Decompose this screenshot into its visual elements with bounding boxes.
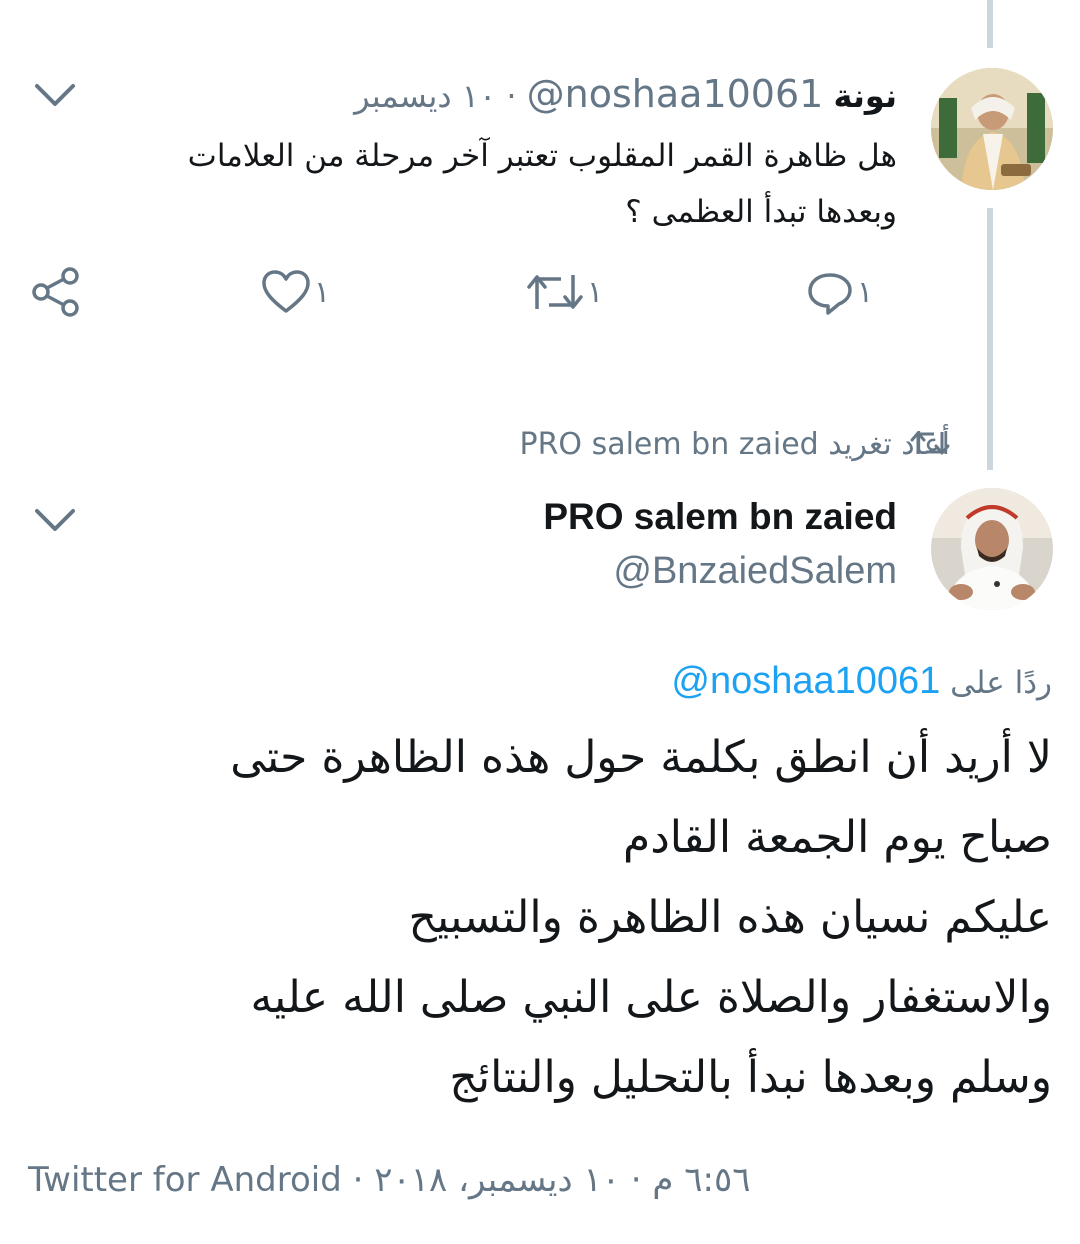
thread-line-middle bbox=[987, 208, 993, 470]
reply-icon bbox=[808, 273, 852, 315]
share-icon bbox=[32, 267, 79, 317]
reply-to-handle[interactable]: @noshaa10061 bbox=[671, 660, 940, 702]
avatar[interactable] bbox=[931, 68, 1053, 190]
reply-count: ١ bbox=[857, 274, 874, 310]
chevron-down-icon[interactable] bbox=[33, 80, 77, 110]
tweet1-author-name[interactable]: نونة bbox=[834, 77, 898, 115]
like-count: ١ bbox=[314, 274, 331, 310]
tweet2-text-line: عليكم نسيان هذه الظاهرة والتسبيح bbox=[408, 892, 1053, 943]
profile-photo-icon bbox=[931, 68, 1053, 190]
avatar[interactable] bbox=[931, 488, 1053, 610]
retweet-button[interactable]: ١ bbox=[525, 262, 603, 322]
tweet1-text-line1: هل ظاهرة القمر المقلوب تعتبر آخر مرحلة م… bbox=[187, 138, 897, 174]
tweet2-text: لا أريد أن انطق بكلمة حول هذه الظاهرة حت… bbox=[42, 718, 1052, 1118]
tweet1-handle[interactable]: @noshaa10061 bbox=[527, 72, 824, 116]
retweet-banner: PRO salem bn zaied أعاد تغريد bbox=[520, 420, 951, 468]
tweet2-text-line: وسلم وبعدها نبدأ بالتحليل والنتائج bbox=[449, 1052, 1052, 1103]
tweet1-separator: · bbox=[506, 77, 517, 115]
thread-line-top bbox=[987, 0, 993, 48]
retweet-icon bbox=[527, 275, 583, 309]
like-button[interactable]: ١ bbox=[260, 262, 330, 322]
tweet1-text-line2: وبعدها تبدأ العظمى ؟ bbox=[625, 194, 897, 230]
tweet2-text-line: لا أريد أن انطق بكلمة حول هذه الظاهرة حت… bbox=[230, 732, 1052, 783]
tweet2-text-line: والاستغفار والصلاة على النبي صلى الله عل… bbox=[250, 972, 1052, 1023]
tweet2-handle[interactable]: @BnzaiedSalem bbox=[613, 546, 897, 596]
tweet2-author-name[interactable]: PRO salem bn zaied bbox=[543, 492, 897, 542]
retweet-banner-text[interactable]: PRO salem bn zaied أعاد تغريد bbox=[520, 427, 951, 462]
tweet1-date[interactable]: ١٠ ديسمبر bbox=[354, 77, 496, 115]
heart-icon bbox=[262, 270, 310, 313]
reply-button[interactable]: ١ bbox=[805, 262, 873, 322]
profile-photo-icon bbox=[931, 488, 1053, 610]
reply-to-line: ردًا على @noshaa10061 bbox=[152, 655, 1052, 709]
tweet2-meta: ٦:٥٦ م · ١٠ ديسمبر، ٢٠١٨ · Twitter for A… bbox=[28, 1160, 751, 1200]
retweet-icon bbox=[910, 431, 950, 455]
share-button[interactable] bbox=[30, 262, 82, 322]
tweet1-header: نونة @noshaa10061 · ١٠ ديسمبر bbox=[197, 70, 897, 118]
retweet-count: ١ bbox=[587, 274, 604, 310]
chevron-down-icon[interactable] bbox=[33, 505, 77, 535]
reply-to-label: ردًا على bbox=[950, 665, 1052, 701]
tweet1-text: هل ظاهرة القمر المقلوب تعتبر آخر مرحلة م… bbox=[97, 128, 897, 240]
tweet2-text-line: صباح يوم الجمعة القادم bbox=[622, 812, 1052, 863]
